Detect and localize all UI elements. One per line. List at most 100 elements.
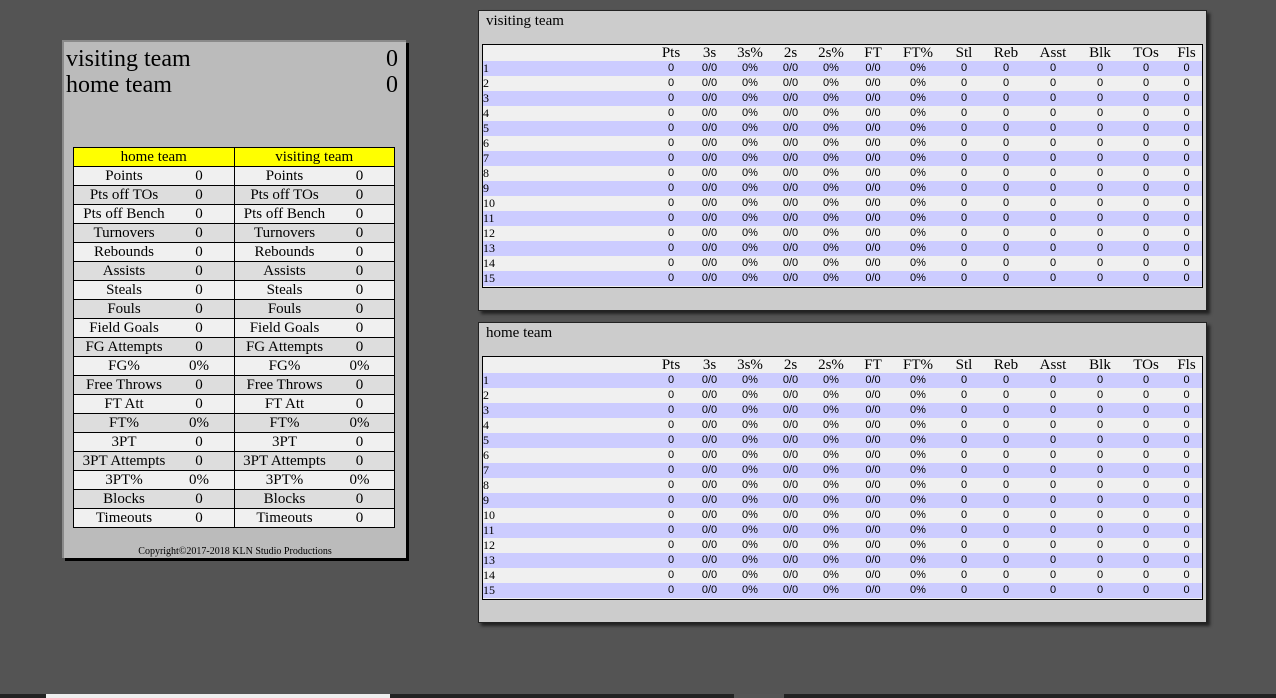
column-header[interactable]: FT xyxy=(853,357,893,373)
stat-cell: 0 xyxy=(1171,106,1202,121)
column-header[interactable]: FT xyxy=(853,45,893,61)
header-row: Pts 3s 3s% 2s 2s% FT FT% Stl Reb Asst Blk TOs Fls xyxy=(483,45,1202,61)
stat-cell: 0 xyxy=(985,373,1027,388)
stat-cell: 0 xyxy=(1171,166,1202,181)
stat-cell: 0/0 xyxy=(853,271,893,286)
visiting-stat-cell: FT% 0% xyxy=(233,413,395,433)
column-header[interactable]: Blk xyxy=(1079,357,1121,373)
stat-cell: 0 xyxy=(1079,583,1121,598)
stat-cell: 0% xyxy=(809,181,853,196)
column-header[interactable]: 2s% xyxy=(809,357,853,373)
player-row: 14 0 0/0 0% 0/0 0% 0/0 0% 0 0 0 0 0 0 xyxy=(483,256,1202,271)
column-header[interactable]: TOs xyxy=(1121,357,1171,373)
stat-value: 0 xyxy=(195,377,203,393)
stat-cell: 0 xyxy=(985,256,1027,271)
column-header[interactable]: 2s% xyxy=(809,45,853,61)
stat-cell: 0 xyxy=(1121,256,1171,271)
stat-cell: 0% xyxy=(728,583,772,598)
stat-row: 3PT Attempts 0 3PT Attempts 0 xyxy=(73,451,395,471)
column-header[interactable]: Pts xyxy=(651,45,691,61)
stat-label: Fouls xyxy=(107,301,141,317)
stat-row: Rebounds 0 Rebounds 0 xyxy=(73,242,395,262)
home-team-header: home team xyxy=(73,147,235,167)
column-header[interactable]: Fls xyxy=(1171,357,1202,373)
stat-cell: 0/0 xyxy=(853,76,893,91)
stat-cell: 0 xyxy=(1027,463,1079,478)
column-header[interactable]: Blk xyxy=(1079,45,1121,61)
stat-cell: 0 xyxy=(1121,151,1171,166)
stat-cell: 0/0 xyxy=(772,508,809,523)
column-header[interactable]: 2s xyxy=(772,45,809,61)
stat-cell: 0 xyxy=(651,61,691,76)
taskbar-item[interactable] xyxy=(46,694,390,698)
stat-cell: 0 xyxy=(651,538,691,553)
column-header[interactable]: Reb xyxy=(985,45,1027,61)
player-number: 2 xyxy=(483,388,651,403)
stat-cell: 0% xyxy=(893,538,943,553)
stat-cell: 0/0 xyxy=(853,508,893,523)
stat-cell: 0/0 xyxy=(691,508,728,523)
stat-cell: 0 xyxy=(1027,211,1079,226)
stat-cell: 0/0 xyxy=(772,388,809,403)
stat-cell: 0/0 xyxy=(853,433,893,448)
column-header[interactable]: 2s xyxy=(772,357,809,373)
column-header[interactable]: FT% xyxy=(893,357,943,373)
stat-value: 0% xyxy=(189,472,209,488)
stat-cell: 0 xyxy=(943,151,985,166)
column-header[interactable]: Stl xyxy=(943,45,985,61)
column-header[interactable]: Reb xyxy=(985,357,1027,373)
column-header[interactable]: Stl xyxy=(943,357,985,373)
stat-cell: 0/0 xyxy=(691,136,728,151)
stat-cell: 0 xyxy=(1079,388,1121,403)
stat-cell: 0 xyxy=(985,196,1027,211)
column-header[interactable]: 3s xyxy=(691,357,728,373)
stat-cell: 0 xyxy=(943,211,985,226)
stat-cell: 0/0 xyxy=(853,196,893,211)
stat-cell: 0 xyxy=(651,583,691,598)
column-header[interactable]: Asst xyxy=(1027,357,1079,373)
stat-cell: 0 xyxy=(651,388,691,403)
column-header[interactable]: Asst xyxy=(1027,45,1079,61)
stat-cell: 0% xyxy=(809,508,853,523)
column-header[interactable]: FT% xyxy=(893,45,943,61)
player-number: 5 xyxy=(483,121,651,136)
stat-cell: 0/0 xyxy=(772,403,809,418)
stat-value: 0 xyxy=(355,510,364,526)
stat-cell: 0 xyxy=(1027,61,1079,76)
column-header[interactable]: 3s% xyxy=(728,45,772,61)
stat-cell: 0% xyxy=(893,76,943,91)
column-header[interactable]: Fls xyxy=(1171,45,1202,61)
column-header[interactable]: TOs xyxy=(1121,45,1171,61)
column-header[interactable] xyxy=(483,357,651,373)
stat-cell: 0 xyxy=(1079,181,1121,196)
stat-cell: 0 xyxy=(943,106,985,121)
stat-value: 0 xyxy=(195,168,203,184)
stat-cell: 0/0 xyxy=(772,76,809,91)
stat-cell: 0 xyxy=(1079,256,1121,271)
stat-cell: 0% xyxy=(809,136,853,151)
column-header[interactable]: 3s% xyxy=(728,357,772,373)
stat-cell: 0 xyxy=(943,553,985,568)
stat-cell: 0% xyxy=(893,211,943,226)
stat-cell: 0 xyxy=(985,523,1027,538)
stat-cell: 0% xyxy=(728,226,772,241)
stat-cell: 0 xyxy=(651,151,691,166)
column-header[interactable]: Pts xyxy=(651,357,691,373)
stat-cell: 0/0 xyxy=(691,76,728,91)
player-number: 11 xyxy=(483,523,651,538)
player-number: 3 xyxy=(483,403,651,418)
taskbar-item[interactable] xyxy=(734,694,784,698)
stat-label: Pts off TOs xyxy=(250,187,319,203)
stat-cell: 0/0 xyxy=(691,493,728,508)
home-stat-cell: Turnovers 0 xyxy=(73,223,235,243)
stat-cell: 0 xyxy=(985,403,1027,418)
stat-cell: 0 xyxy=(1121,448,1171,463)
column-header[interactable]: 3s xyxy=(691,45,728,61)
column-header[interactable] xyxy=(483,45,651,61)
stat-cell: 0 xyxy=(1027,121,1079,136)
stat-cell: 0 xyxy=(1079,76,1121,91)
stat-cell: 0 xyxy=(1079,508,1121,523)
stat-label: Timeouts xyxy=(256,510,313,526)
stat-cell: 0% xyxy=(893,493,943,508)
stat-cell: 0/0 xyxy=(772,433,809,448)
